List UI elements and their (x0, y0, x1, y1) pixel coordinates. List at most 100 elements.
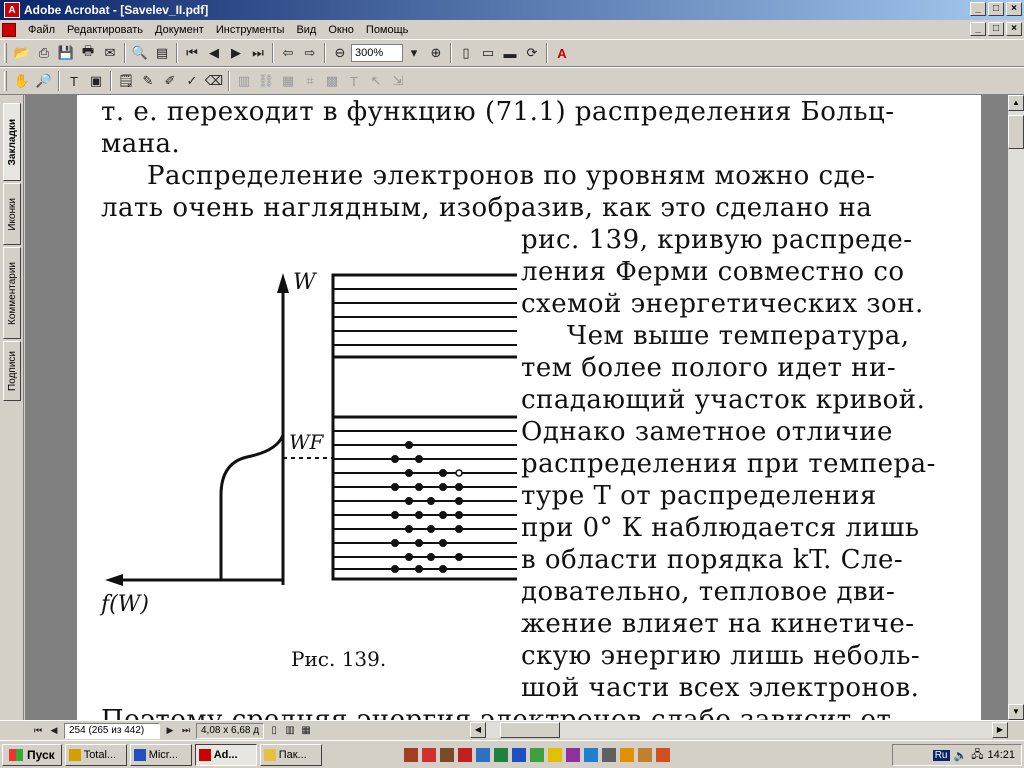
menu-file[interactable]: Файл (22, 24, 61, 36)
print-icon[interactable]: 🖶 (78, 43, 98, 63)
article-tool-icon[interactable]: ▥ (234, 71, 254, 91)
continuous-icon[interactable]: ▥ (283, 721, 297, 741)
network-icon[interactable]: 🖧 (971, 746, 983, 765)
status-first-page-icon[interactable]: ⏮ (31, 721, 45, 741)
note-tool-icon[interactable]: 🗒 (116, 71, 136, 91)
last-page-icon[interactable]: ⏭ (248, 43, 268, 63)
eraser-icon[interactable]: ⌫ (204, 71, 224, 91)
maximize-button[interactable]: □ (988, 2, 1004, 16)
first-page-icon[interactable]: ⏮ (182, 43, 202, 63)
touchup-object-icon[interactable]: ↖ (366, 71, 386, 91)
doc-restore-button[interactable]: □ (988, 22, 1004, 36)
doc-close-button[interactable]: × (1006, 22, 1022, 36)
hscroll-thumb[interactable] (500, 722, 560, 738)
spellcheck-icon[interactable]: ✓ (182, 71, 202, 91)
quicklaunch-icon[interactable] (403, 747, 418, 762)
tab-comments[interactable]: Комментарии (3, 247, 21, 339)
scroll-thumb[interactable] (1008, 115, 1024, 149)
quicklaunch-icon[interactable] (547, 747, 562, 762)
document-pane[interactable]: т. е. переходит в функцию (71.1) распред… (25, 95, 1008, 720)
volume-icon[interactable]: 🔈 (954, 749, 968, 762)
form-tool-icon[interactable]: ▦ (278, 71, 298, 91)
scroll-right-icon[interactable]: ▶ (992, 722, 1008, 738)
hand-tool-icon[interactable]: ✋ (12, 71, 32, 91)
quicklaunch-icon[interactable] (511, 747, 526, 762)
doc-minimize-button[interactable]: _ (970, 22, 986, 36)
graphics-select-icon[interactable]: ▣ (86, 71, 106, 91)
back-icon[interactable]: ⇦ (278, 43, 298, 63)
horizontal-scrollbar[interactable]: ◀ ▶ (470, 722, 1008, 738)
bookmarks-panel-icon[interactable]: ▤ (152, 43, 172, 63)
quicklaunch-icon[interactable] (637, 747, 652, 762)
minimize-button[interactable]: _ (970, 2, 986, 16)
menu-help[interactable]: Помощь (360, 24, 415, 36)
vertical-scrollbar[interactable]: ▲ ▼ (1008, 95, 1024, 720)
task-word[interactable]: Micr... (129, 743, 192, 766)
pencil-tool-icon[interactable]: ✎ (138, 71, 158, 91)
tab-signatures[interactable]: Подписи (3, 341, 21, 401)
quicklaunch-icon[interactable] (601, 747, 616, 762)
task-acrobat[interactable]: Ad... (194, 743, 257, 766)
status-next-page-icon[interactable]: ▶ (163, 721, 177, 741)
movie-tool-icon[interactable]: ▩ (322, 71, 342, 91)
link-tool-icon[interactable]: ⛓ (256, 71, 276, 91)
start-button[interactable]: Пуск (2, 743, 62, 766)
zoom-in-icon[interactable]: ⊕ (426, 43, 446, 63)
zoom-out-icon[interactable]: ⊖ (330, 43, 350, 63)
quicklaunch-icon[interactable] (475, 747, 490, 762)
quicklaunch-icon[interactable] (619, 747, 634, 762)
forward-icon[interactable]: ⇨ (300, 43, 320, 63)
touchup-order-icon[interactable]: ⇲ (388, 71, 408, 91)
actual-size-icon[interactable]: ▯ (456, 43, 476, 63)
prev-page-icon[interactable]: ◀ (204, 43, 224, 63)
clock[interactable]: 14:21 (987, 749, 1015, 761)
rotate-icon[interactable]: ⟳ (522, 43, 542, 63)
quicklaunch-icon[interactable] (583, 747, 598, 762)
menu-window[interactable]: Окно (322, 24, 360, 36)
menu-edit[interactable]: Редактировать (61, 24, 149, 36)
quicklaunch-icon[interactable] (565, 747, 580, 762)
zoom-tool-icon[interactable]: 🔎 (34, 71, 54, 91)
email-icon[interactable]: ✉ (100, 43, 120, 63)
document-icon[interactable] (2, 22, 16, 37)
facing-icon[interactable]: ▦ (299, 721, 313, 741)
next-page-icon[interactable]: ▶ (226, 43, 246, 63)
touchup-text-icon[interactable]: T (344, 71, 364, 91)
adobe-logo-icon[interactable]: A (552, 43, 572, 63)
quicklaunch-icon[interactable] (493, 747, 508, 762)
toolbar-grip-2[interactable] (4, 71, 7, 91)
scroll-down-icon[interactable]: ▼ (1008, 704, 1024, 720)
crop-tool-icon[interactable]: ⌗ (300, 71, 320, 91)
acquire-icon[interactable]: ⎙ (34, 43, 54, 63)
task-total-commander[interactable]: Total... (64, 743, 127, 766)
status-last-page-icon[interactable]: ⏭ (179, 721, 193, 741)
scroll-up-icon[interactable]: ▲ (1008, 95, 1024, 111)
quicklaunch-icon[interactable] (421, 747, 436, 762)
quicklaunch-icon[interactable] (439, 747, 454, 762)
status-prev-page-icon[interactable]: ◀ (47, 721, 61, 741)
menu-view[interactable]: Вид (290, 24, 322, 36)
menu-document[interactable]: Документ (149, 24, 210, 36)
quicklaunch-icon[interactable] (457, 747, 472, 762)
highlight-tool-icon[interactable]: ✐ (160, 71, 180, 91)
language-indicator[interactable]: Ru (932, 749, 950, 761)
quicklaunch-icon[interactable] (655, 747, 670, 762)
save-icon[interactable]: 💾 (56, 43, 76, 63)
single-page-icon[interactable]: ▯ (267, 721, 281, 741)
menu-tools[interactable]: Инструменты (210, 24, 291, 36)
toolbar-grip[interactable] (4, 43, 7, 63)
quicklaunch-icon[interactable] (529, 747, 544, 762)
zoom-dropdown-icon[interactable]: ▾ (404, 43, 424, 63)
close-button[interactable]: × (1006, 2, 1022, 16)
scroll-left-icon[interactable]: ◀ (470, 722, 486, 738)
find-icon[interactable]: 🔍 (130, 43, 150, 63)
zoom-input[interactable]: 300% (351, 44, 403, 62)
tab-bookmarks[interactable]: Закладки (3, 103, 21, 181)
text-select-icon[interactable]: T (64, 71, 84, 91)
task-folder[interactable]: Пак... (259, 743, 322, 766)
open-icon[interactable]: 📂 (12, 43, 32, 63)
fit-page-icon[interactable]: ▭ (478, 43, 498, 63)
tab-thumbnails[interactable]: Иконки (3, 183, 21, 245)
fit-width-icon[interactable]: ▬ (500, 43, 520, 63)
page-number-field[interactable]: 254 (265 из 442) (64, 722, 160, 739)
